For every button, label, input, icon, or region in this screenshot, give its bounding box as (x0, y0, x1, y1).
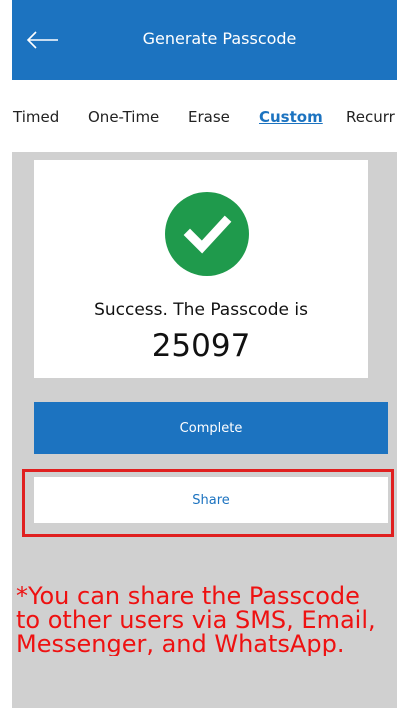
passcode-value: 25097 (151, 328, 251, 364)
note-line: Messenger, and WhatsApp. (16, 630, 345, 656)
success-message: Success. The Passcode is (94, 300, 308, 320)
share-note: *You can share the Passcode to other use… (16, 584, 397, 656)
tab-recurring[interactable]: Recurr (346, 108, 395, 126)
page-title: Generate Passcode (142, 29, 297, 48)
tab-custom[interactable]: Custom (259, 108, 323, 126)
tab-one-time[interactable]: One-Time (88, 108, 159, 126)
check-circle-icon (165, 192, 249, 276)
tab-timed[interactable]: Timed (13, 108, 59, 126)
tab-bar: Timed One-Time Erase Custom Recurr (0, 106, 397, 136)
content-panel: Success. The Passcode is 25097 Complete … (12, 152, 397, 708)
note-line: *You can share the Passcode (16, 584, 360, 610)
complete-button[interactable]: Complete (34, 402, 388, 454)
tab-erase[interactable]: Erase (188, 108, 230, 126)
note-line: to other users via SMS, Email, (16, 606, 376, 634)
result-card: Success. The Passcode is 25097 (34, 160, 368, 378)
app-header: Generate Passcode (12, 0, 397, 80)
share-button[interactable]: Share (34, 477, 388, 523)
